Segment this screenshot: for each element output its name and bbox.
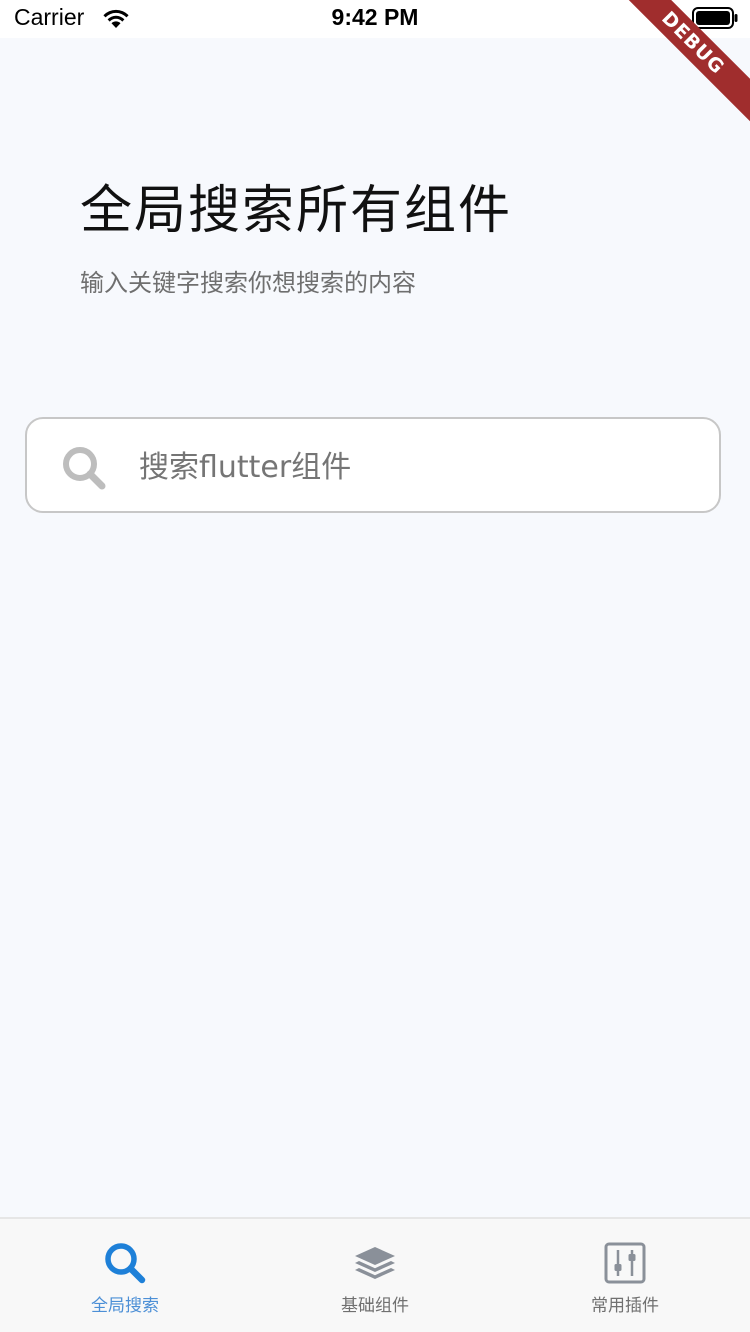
- nav-label: 全局搜索: [91, 1296, 159, 1316]
- nav-item-basic-components[interactable]: 基础组件: [250, 1219, 500, 1332]
- app-screen: Carrier 9:42 PM DEBUG 全局搜索所有组件 输入关键字搜索你想…: [0, 0, 750, 1332]
- page-title: 全局搜索所有组件: [80, 181, 513, 241]
- nav-item-common-plugins[interactable]: 常用插件: [500, 1219, 750, 1332]
- battery-icon: [692, 7, 738, 29]
- bottom-nav: 全局搜索 基础组件 常用插件: [0, 1217, 750, 1332]
- page-subtitle: 输入关键字搜索你想搜索的内容: [80, 269, 416, 297]
- search-input[interactable]: [137, 439, 701, 495]
- search-icon: [105, 1243, 146, 1284]
- nav-label: 基础组件: [341, 1296, 409, 1316]
- nav-label: 常用插件: [591, 1296, 659, 1316]
- search-icon: [63, 447, 106, 490]
- nav-item-global-search[interactable]: 全局搜索: [0, 1219, 250, 1332]
- layers-icon: [355, 1247, 395, 1279]
- search-box[interactable]: [25, 417, 721, 513]
- sliders-icon: [604, 1242, 646, 1284]
